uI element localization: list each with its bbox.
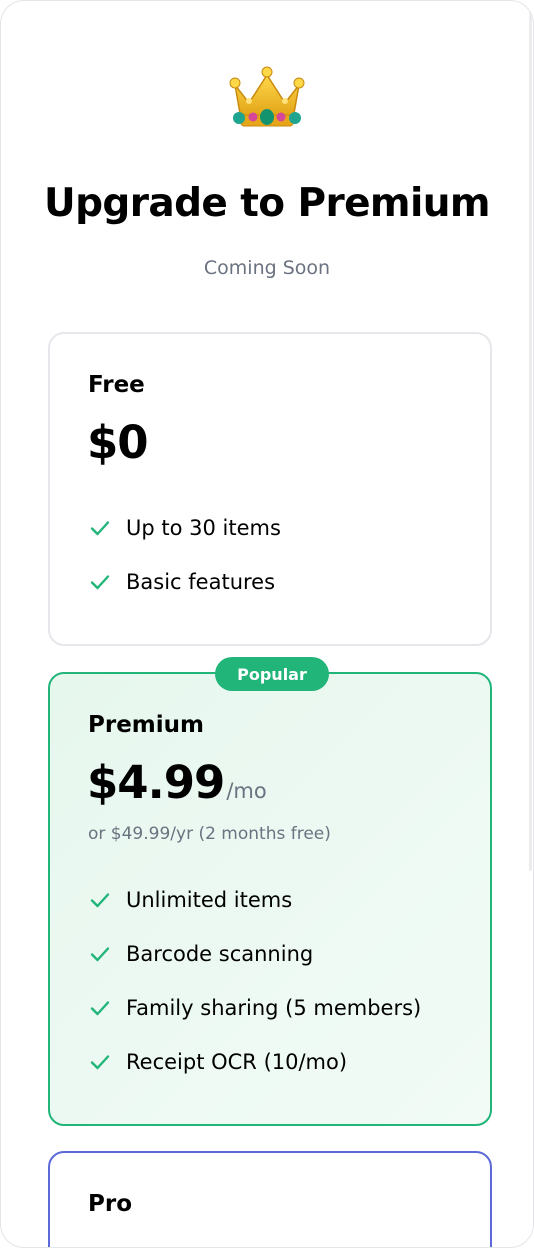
feature-label: Family sharing (5 members) (126, 996, 422, 1020)
plan-card-pro[interactable]: Pro (48, 1151, 492, 1247)
price-period: /mo (226, 779, 267, 803)
price-amount: $4.99 (87, 756, 225, 809)
feature-item: Receipt OCR (10/mo) (88, 1035, 470, 1089)
popular-badge: Popular (215, 657, 329, 691)
feature-label: Unlimited items (126, 888, 293, 912)
feature-item: Up to 30 items (88, 501, 470, 555)
check-icon (90, 1055, 110, 1070)
price-note: or $49.99/yr (2 months free) (88, 824, 331, 844)
plan-price: $4.99 /mo (87, 756, 267, 809)
feature-label: Up to 30 items (126, 516, 281, 540)
page-subtitle: Coming Soon (203, 257, 331, 279)
feature-label: Receipt OCR (10/mo) (126, 1050, 348, 1074)
plan-name: Pro (88, 1191, 133, 1217)
feature-label: Barcode scanning (126, 942, 314, 966)
feature-item: Unlimited items (88, 873, 470, 927)
feature-item: Barcode scanning (88, 927, 470, 981)
price-amount: $0 (87, 416, 149, 469)
plan-card-free[interactable]: Free $0 Up to 30 items Basic features (48, 332, 492, 646)
crown-icon (1, 63, 533, 139)
check-icon (90, 893, 110, 908)
feature-item: Family sharing (5 members) (88, 981, 470, 1035)
page-title: Upgrade to Premium (44, 181, 490, 226)
plan-card-premium[interactable]: Popular Premium $4.99 /mo or $49.99/yr (… (48, 657, 492, 1126)
feature-list: Unlimited items Barcode scanning Family … (88, 873, 470, 1089)
feature-item: Basic features (88, 555, 470, 609)
check-icon (90, 521, 110, 536)
feature-label: Basic features (126, 570, 276, 594)
check-icon (90, 947, 110, 962)
feature-list: Up to 30 items Basic features (88, 501, 470, 609)
plan-name: Premium (88, 712, 204, 738)
plan-name: Free (88, 372, 145, 398)
plan-price: $0 (87, 416, 149, 469)
check-icon (90, 575, 110, 590)
upgrade-modal: Upgrade to Premium Coming Soon Free $0 U… (0, 0, 534, 1248)
check-icon (90, 1001, 110, 1016)
